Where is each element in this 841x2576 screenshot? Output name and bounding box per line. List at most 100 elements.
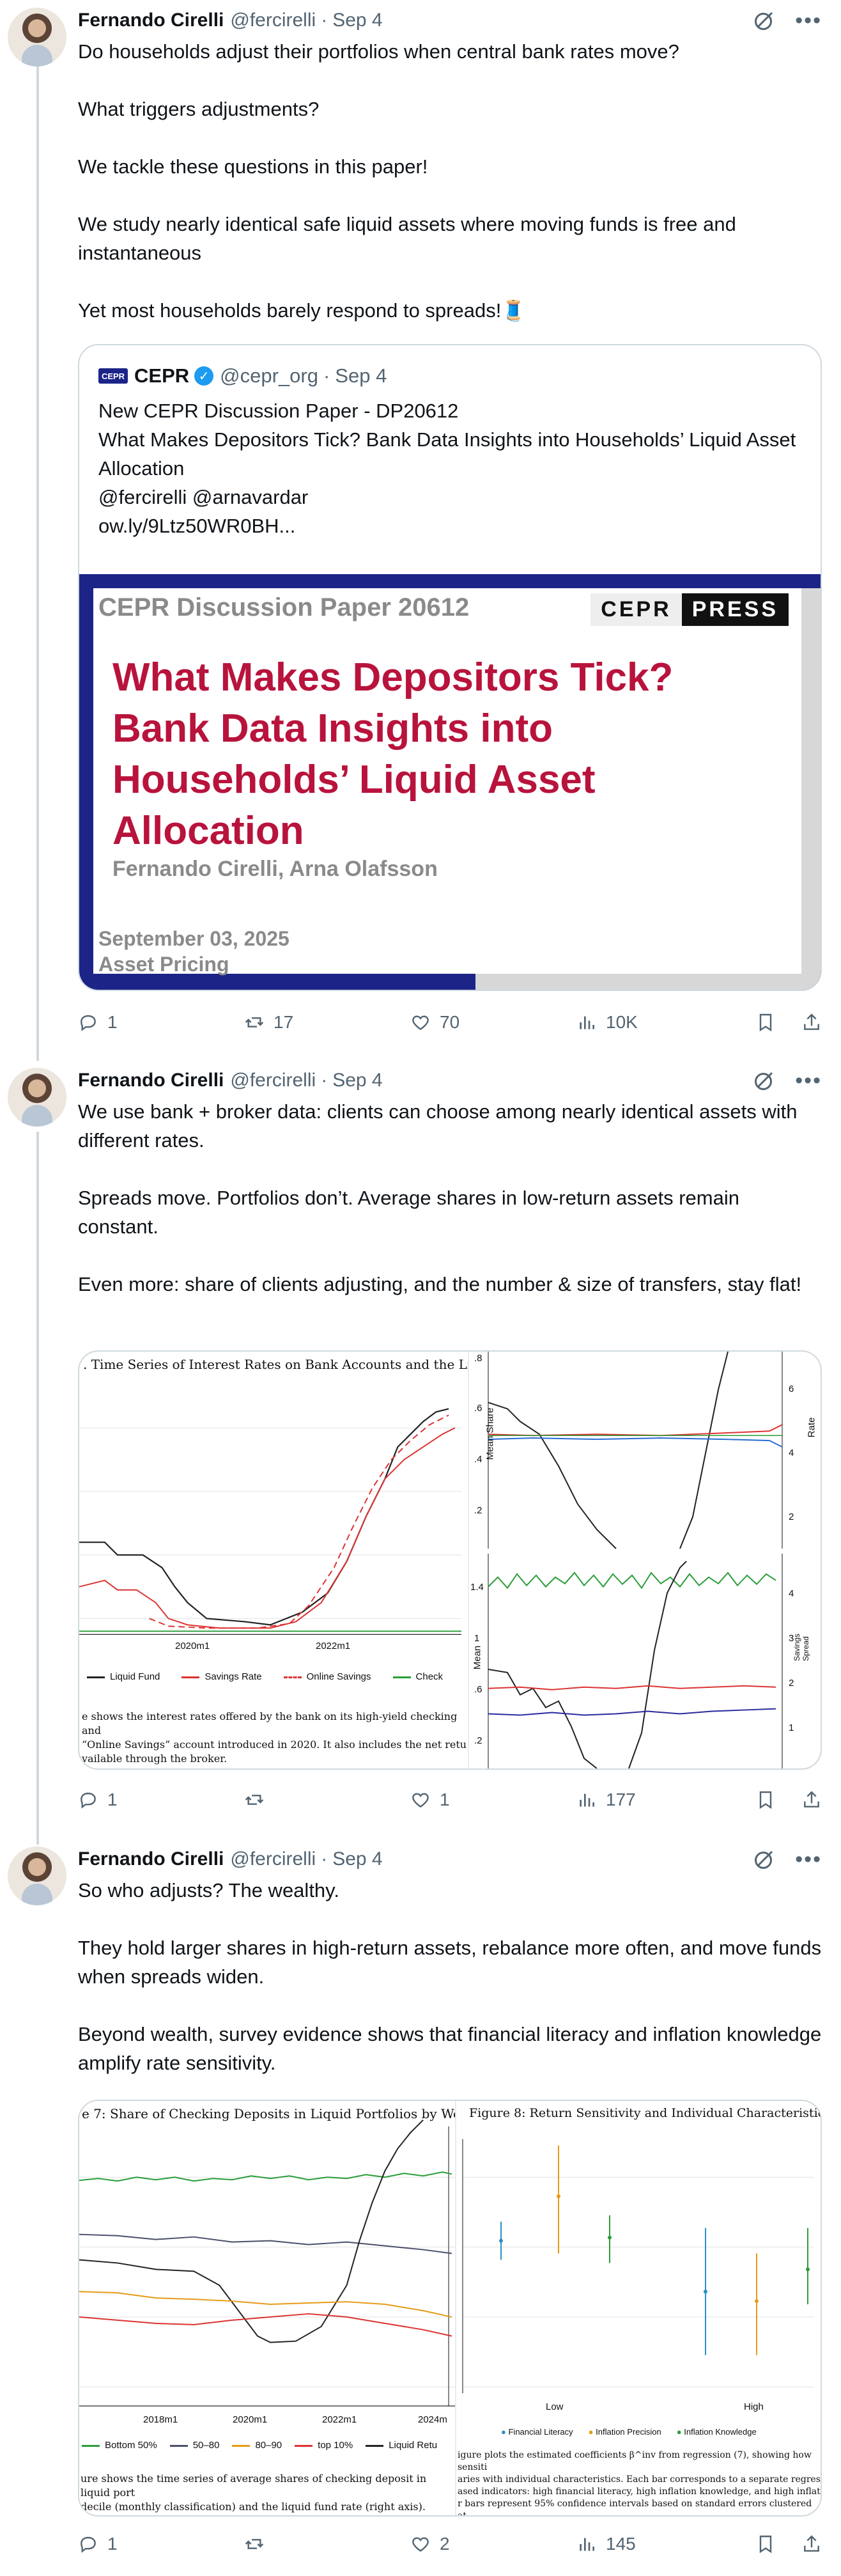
bookmark-icon[interactable]: [755, 2534, 776, 2554]
paper-card-image[interactable]: CEPR Discussion Paper 20612 CEPR PRESS W…: [79, 574, 821, 990]
separator-dot: ·: [321, 1070, 328, 1091]
separator-dot: ·: [323, 364, 330, 387]
retweet-button[interactable]: 17: [244, 1012, 410, 1033]
quote-author-name: CEPR: [134, 364, 190, 387]
more-icon[interactable]: •••: [795, 10, 822, 31]
views-button[interactable]: 145: [576, 2534, 749, 2554]
grok-icon[interactable]: [753, 1069, 776, 1092]
verified-icon: ✓: [194, 366, 214, 386]
author-handle[interactable]: @fercirelli: [230, 10, 316, 31]
grok-icon[interactable]: [753, 9, 776, 32]
paper-authors: Fernando Cirelli, Arna Olafsson: [112, 857, 438, 881]
more-icon[interactable]: •••: [795, 1070, 822, 1091]
reply-button[interactable]: 1: [78, 1012, 244, 1033]
tweet-text: We use bank + broker data: clients can c…: [78, 1100, 802, 1295]
interest-rate-lines: [79, 1408, 462, 1635]
share-icon[interactable]: [801, 1012, 822, 1033]
reply-button[interactable]: 1: [78, 1790, 244, 1810]
view-count: 10K: [606, 1012, 638, 1032]
right-axis-label: Rate: [806, 1417, 817, 1438]
x-tick: 2020m1: [175, 1641, 210, 1651]
right-tick: 2: [789, 1511, 794, 1522]
author-name[interactable]: Fernando Cirelli: [78, 10, 224, 31]
author-name[interactable]: Fernando Cirelli: [78, 1070, 224, 1091]
views-button[interactable]: 177: [576, 1790, 749, 1810]
like-button[interactable]: 1: [410, 1790, 576, 1810]
grok-icon[interactable]: [753, 1848, 776, 1871]
cepr-logo: CEPR: [98, 368, 128, 384]
tweet[interactable]: Fernando Cirelli @fercirelli · Sep 4 •••…: [0, 8, 841, 1050]
views-icon: [580, 1016, 594, 1029]
more-icon[interactable]: •••: [795, 1848, 822, 1870]
share-icon[interactable]: [801, 2534, 822, 2554]
quoted-tweet[interactable]: CEPR CEPR ✓ @cepr_org · Sep 4 New CEPR D…: [78, 344, 822, 991]
figure-checking-shares[interactable]: e 7: Share of Checking Deposits in Liqui…: [79, 2101, 456, 2515]
y-axis-label: Mean: [472, 1645, 483, 1670]
right-tick: 1: [789, 1722, 794, 1733]
figure-note: igure plots the estimated coefficients β…: [458, 2450, 821, 2515]
view-count: 177: [606, 1790, 636, 1809]
tweet-header: Fernando Cirelli @fercirelli · Sep 4 •••: [78, 1846, 822, 1872]
reply-count: 1: [107, 1012, 118, 1032]
right-tick: 4: [789, 1588, 794, 1599]
reply-icon: [81, 2536, 96, 2553]
like-icon: [412, 1015, 429, 1031]
tweet-date[interactable]: Sep 4: [332, 10, 382, 31]
share-icon[interactable]: [801, 1790, 822, 1810]
author-handle[interactable]: @fercirelli: [230, 1070, 316, 1091]
like-button[interactable]: 70: [410, 1012, 576, 1033]
separator-dot: ·: [321, 1848, 328, 1870]
avatar[interactable]: [8, 1068, 66, 1127]
y-tick: .6: [474, 1684, 482, 1695]
x-tick: 2022m1: [322, 2414, 357, 2425]
right-tick: 4: [789, 1448, 794, 1458]
paper-series-label: CEPR Discussion Paper 20612: [98, 593, 470, 621]
paper-date: September 03, 2025: [98, 927, 289, 950]
checking-share-lines: [79, 2119, 455, 2407]
action-bar: 1 1 177: [78, 1784, 822, 1816]
chart-legend: ● Financial Literacy ● Inflation Precisi…: [501, 2427, 757, 2437]
figure-mean-shares[interactable]: Mean Share .8 .6 .4 .2 Rate 6 4 2 Mean 1…: [469, 1352, 821, 1768]
retweet-button[interactable]: [244, 2534, 410, 2554]
figure-interest-rates[interactable]: . Time Series of Interest Rates on Bank …: [79, 1352, 469, 1768]
tweet-header: Fernando Cirelli @fercirelli · Sep 4 •••: [78, 1068, 822, 1093]
retweet-button[interactable]: [244, 1790, 410, 1810]
mean-share-charts: [488, 1352, 783, 1768]
avatar[interactable]: [8, 8, 66, 66]
x-tick: High: [744, 2401, 764, 2412]
media-grid[interactable]: e 7: Share of Checking Deposits in Liqui…: [78, 2100, 822, 2517]
tweet[interactable]: Fernando Cirelli @fercirelli · Sep 4 •••…: [0, 1068, 841, 1822]
views-button[interactable]: 10K: [576, 1012, 749, 1033]
x-tick: 2022m1: [316, 1641, 351, 1651]
media-grid[interactable]: . Time Series of Interest Rates on Bank …: [78, 1350, 822, 1770]
figure-note: ure shows the time series of average sha…: [81, 2472, 427, 2513]
author-name[interactable]: Fernando Cirelli: [78, 1848, 224, 1870]
right-tick: 6: [789, 1384, 794, 1394]
author-handle[interactable]: @fercirelli: [230, 1848, 316, 1870]
reply-button[interactable]: 1: [78, 2534, 244, 2554]
quote-text: New CEPR Discussion Paper - DP20612 What…: [98, 400, 796, 537]
retweet-icon: [245, 1017, 264, 1027]
like-count: 70: [440, 1012, 460, 1032]
x-tick: Low: [546, 2401, 564, 2412]
tweet[interactable]: Fernando Cirelli @fercirelli · Sep 4 •••…: [0, 1846, 841, 2575]
tweet-date[interactable]: Sep 4: [332, 1848, 382, 1870]
bookmark-icon[interactable]: [755, 1012, 776, 1033]
y-axis-label: Mean Share: [484, 1407, 496, 1460]
reply-icon: [81, 1015, 96, 1031]
reply-icon: [81, 1792, 96, 1809]
retweet-icon: [245, 2539, 264, 2549]
action-bar: 1 2 145: [78, 2528, 822, 2560]
like-count: 1: [440, 1790, 450, 1809]
tweet-date[interactable]: Sep 4: [332, 1070, 382, 1091]
like-button[interactable]: 2: [410, 2534, 576, 2554]
paper-topic: Asset Pricing: [98, 953, 229, 976]
quote-author-handle: @cepr_org: [220, 364, 318, 387]
y-tick: .2: [474, 1735, 482, 1746]
bookmark-icon[interactable]: [755, 1790, 776, 1810]
y-tick: .4: [474, 1454, 482, 1465]
retweet-icon: [245, 1795, 264, 1805]
cepr-press-logo: CEPR PRESS: [590, 593, 789, 626]
avatar[interactable]: [8, 1846, 66, 1905]
figure-return-sensitivity[interactable]: Figure 8: Return Sensitivity and Individ…: [456, 2101, 821, 2515]
